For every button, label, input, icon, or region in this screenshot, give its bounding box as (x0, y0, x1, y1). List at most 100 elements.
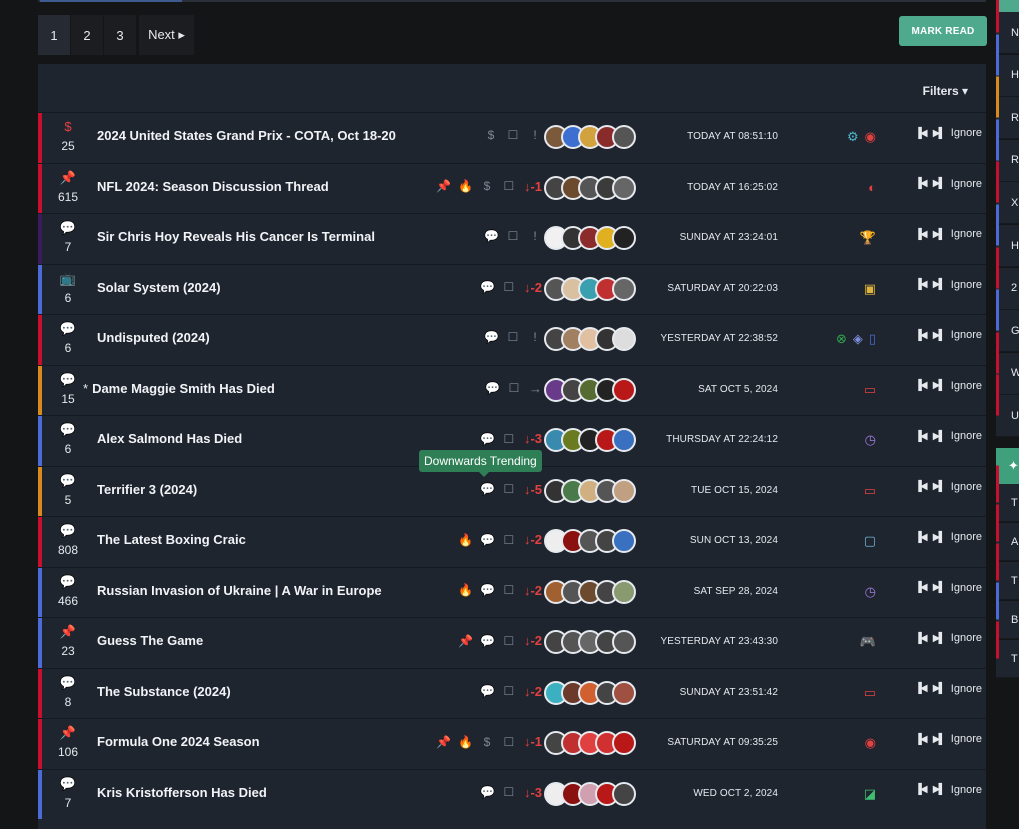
ignore-button[interactable]: Ignore (951, 733, 982, 745)
bookmark-icon[interactable]: ☐ (507, 381, 521, 395)
page-1-button[interactable]: 1 (38, 15, 70, 55)
sidebar-thread-item[interactable]: X (996, 161, 1019, 225)
bookmark-icon[interactable]: ☐ (502, 179, 516, 193)
last-post-date[interactable]: SUNDAY AT 23:51:42 (680, 687, 778, 698)
thread-row[interactable]: 📌 615 NFL 2024: Season Discussion Thread… (38, 162, 986, 213)
last-post-icon[interactable]: ▶▌ (933, 481, 947, 492)
bookmark-icon[interactable]: ☐ (506, 330, 520, 344)
last-post-date[interactable]: SUNDAY AT 23:24:01 (680, 232, 778, 243)
first-unread-icon[interactable]: ▐◀ (915, 784, 929, 795)
last-post-date[interactable]: SATURDAY AT 09:35:25 (667, 737, 778, 748)
last-post-icon[interactable]: ▶▌ (933, 229, 947, 240)
sidebar-thread-item[interactable]: T (996, 543, 1019, 600)
sidebar-thread-item[interactable]: H (996, 34, 1019, 97)
category-icon[interactable]: ▯ (869, 331, 876, 347)
thread-title-link[interactable]: Formula One 2024 Season (97, 734, 260, 749)
category-icon[interactable]: ◷ (865, 432, 876, 448)
bookmark-icon[interactable]: ☐ (502, 684, 516, 698)
sidebar-thread-item[interactable]: H (996, 204, 1019, 267)
thread-row[interactable]: 💬 7 Kris Kristofferson Has Died 💬 ☐ ↓-3 WE… (38, 768, 986, 819)
avatar[interactable] (612, 377, 636, 402)
avatar[interactable] (612, 579, 636, 604)
first-unread-icon[interactable]: ▐◀ (915, 683, 929, 694)
sidebar-thread-item[interactable]: 2 (996, 247, 1019, 310)
category-icon[interactable]: ◉ (865, 735, 876, 751)
category-icon[interactable]: ▭ (864, 483, 876, 499)
ignore-button[interactable]: Ignore (951, 329, 982, 341)
thread-title[interactable]: Formula One 2024 Season (97, 734, 260, 749)
last-post-icon[interactable]: ▶▌ (933, 330, 947, 341)
last-post-icon[interactable]: ▶▌ (933, 128, 947, 139)
thread-title[interactable]: Terrifier 3 (2024) (97, 482, 197, 497)
category-icon[interactable]: ⚙ (847, 129, 859, 145)
last-post-date[interactable]: SATURDAY AT 20:22:03 (667, 283, 778, 294)
thread-row[interactable]: 💬 8 The Substance (2024) 💬 ☐ ↓-2 SUNDAY AT… (38, 667, 986, 718)
thread-title[interactable]: The Substance (2024) (97, 684, 231, 699)
thread-title[interactable]: Dame Maggie Smith Has Died (92, 381, 275, 396)
bookmark-icon[interactable]: ☐ (502, 280, 516, 294)
category-icon[interactable]: ▭ (864, 382, 876, 398)
avatar[interactable] (612, 731, 636, 755)
avatar[interactable] (612, 529, 636, 553)
category-icon[interactable]: ⊗ (836, 331, 847, 347)
avatar[interactable] (612, 630, 636, 654)
thread-row[interactable]: 💬 15 * Dame Maggie Smith Has Died 💬 ☐ → SAT… (38, 364, 986, 415)
thread-title-link[interactable]: Alex Salmond Has Died (97, 431, 242, 446)
ignore-button[interactable]: Ignore (951, 380, 982, 392)
ignore-button[interactable]: Ignore (951, 127, 982, 139)
thread-row[interactable]: 💬 5 Terrifier 3 (2024) 💬 ☐ ↓-5 TUE OCT 15,… (38, 465, 986, 516)
sidebar-thread-item[interactable]: R (996, 76, 1019, 140)
ignore-button[interactable]: Ignore (951, 430, 982, 442)
thread-row[interactable]: 💬 808 The Latest Boxing Craic 🔥 💬 ☐ ↓-2 SUN… (38, 516, 986, 567)
thread-title-link[interactable]: Solar System (2024) (97, 280, 221, 295)
ignore-button[interactable]: Ignore (951, 178, 982, 190)
last-post-date[interactable]: YESTERDAY AT 22:38:52 (660, 333, 778, 344)
category-icon[interactable]: ▣ (864, 281, 876, 297)
next-page-button[interactable]: Next ▸ (139, 15, 194, 55)
category-icon[interactable]: ◪ (864, 786, 876, 802)
sidebar-thread-item[interactable]: T (996, 621, 1019, 678)
category-icon[interactable]: ◷ (865, 584, 876, 600)
bookmark-icon[interactable]: ☐ (502, 583, 516, 597)
first-unread-icon[interactable]: ▐◀ (915, 128, 929, 139)
sidebar-thread-item[interactable]: N (996, 0, 1019, 54)
last-post-icon[interactable]: ▶▌ (933, 633, 947, 644)
avatar[interactable] (612, 428, 636, 452)
thread-row[interactable]: 💬 466 Russian Invasion of Ukraine | A Wa… (38, 566, 986, 617)
sidebar-thread-item[interactable]: G (996, 289, 1019, 353)
thread-title[interactable]: NFL 2024: Season Discussion Thread (97, 179, 329, 194)
filters-dropdown[interactable]: Filters ▾ (923, 84, 968, 98)
first-unread-icon[interactable]: ▐◀ (915, 633, 929, 644)
last-post-date[interactable]: WED OCT 2, 2024 (693, 788, 778, 799)
sidebar-thread-item[interactable]: T (996, 465, 1019, 522)
category-icon[interactable]: ◉ (865, 129, 876, 145)
first-unread-icon[interactable]: ▐◀ (915, 178, 929, 189)
thread-title-link[interactable]: The Latest Boxing Craic (97, 532, 246, 547)
thread-title-link[interactable]: Russian Invasion of Ukraine | A War in E… (97, 583, 382, 598)
last-post-date[interactable]: THURSDAY AT 22:24:12 (666, 434, 778, 445)
avatar[interactable] (612, 327, 636, 351)
first-unread-icon[interactable]: ▐◀ (915, 431, 929, 442)
sidebar-thread-item[interactable]: B (996, 582, 1019, 639)
last-post-date[interactable]: TUE OCT 15, 2024 (691, 485, 778, 496)
category-icon[interactable]: 🎮 (860, 634, 876, 650)
thread-title-link[interactable]: The Substance (2024) (97, 684, 231, 699)
last-post-icon[interactable]: ▶▌ (933, 734, 947, 745)
sidebar-thread-item[interactable]: R (996, 119, 1019, 182)
mark-read-button[interactable]: MARK READ (899, 16, 987, 46)
last-post-date[interactable]: SUN OCT 13, 2024 (690, 535, 778, 546)
last-post-date[interactable]: TODAY AT 16:25:02 (687, 182, 778, 193)
avatar[interactable] (612, 125, 636, 149)
category-icon[interactable]: ◐ (868, 180, 876, 195)
thread-title-link[interactable]: 2024 United States Grand Prix - COTA, Oc… (97, 128, 396, 143)
category-icon[interactable]: ▢ (864, 533, 876, 549)
ignore-button[interactable]: Ignore (951, 582, 982, 594)
thread-title[interactable]: Russian Invasion of Ukraine | A War in E… (97, 583, 382, 598)
bookmark-icon[interactable]: ☐ (506, 229, 520, 243)
last-post-icon[interactable]: ▶▌ (933, 582, 947, 593)
last-post-icon[interactable]: ▶▌ (933, 532, 947, 543)
first-unread-icon[interactable]: ▐◀ (915, 279, 929, 290)
ignore-button[interactable]: Ignore (951, 531, 982, 543)
bookmark-icon[interactable]: ☐ (502, 735, 516, 749)
thread-title[interactable]: Kris Kristofferson Has Died (97, 785, 267, 800)
